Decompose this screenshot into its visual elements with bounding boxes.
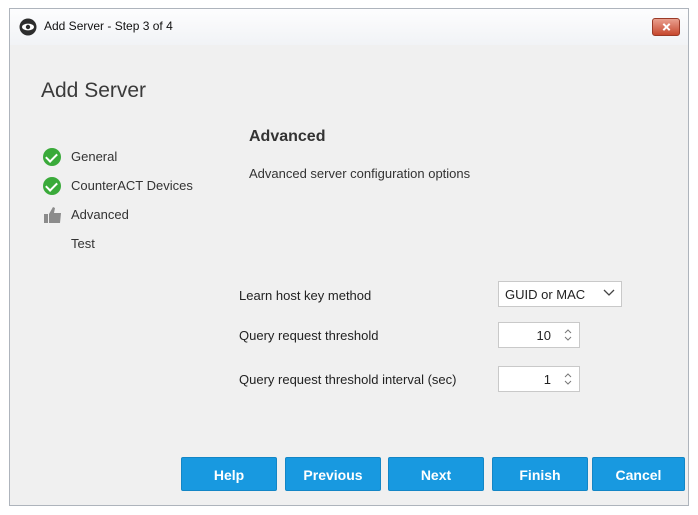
help-button[interactable]: Help [181, 457, 277, 491]
chevron-down-icon [603, 289, 615, 296]
next-button[interactable]: Next [388, 457, 484, 491]
query-request-threshold-label: Query request threshold [239, 328, 379, 343]
step-label: CounterACT Devices [71, 178, 193, 193]
learn-host-key-method-select[interactable]: GUID or MAC [498, 281, 622, 307]
spinner-value: 10 [536, 328, 551, 343]
query-request-threshold-interval-spinner[interactable]: 1 [498, 366, 580, 392]
query-request-threshold-spinner[interactable]: 10 [498, 322, 580, 348]
thumbs-up-icon [44, 207, 61, 223]
previous-button[interactable]: Previous [285, 457, 381, 491]
spinner-arrows-icon[interactable] [563, 326, 573, 344]
title-bar[interactable]: Add Server - Step 3 of 4 [10, 9, 688, 45]
eye-logo-icon [19, 18, 37, 36]
spinner-value: 1 [543, 372, 551, 387]
add-server-dialog: Add Server - Step 3 of 4 Add Server Gene… [9, 8, 689, 506]
close-button[interactable] [652, 18, 680, 36]
section-description: Advanced server configuration options [249, 166, 471, 181]
query-request-threshold-interval-label: Query request threshold interval (sec) [239, 372, 457, 387]
section-title: Advanced [249, 128, 326, 145]
spinner-arrows-icon[interactable] [563, 370, 573, 388]
window-title: Add Server - Step 3 of 4 [44, 19, 173, 33]
page-title: Add Server [41, 79, 147, 102]
cancel-button[interactable]: Cancel [592, 457, 685, 491]
step-label: Advanced [71, 207, 129, 222]
learn-host-key-method-label: Learn host key method [239, 288, 372, 303]
check-circle-icon [43, 147, 63, 167]
finish-button[interactable]: Finish [492, 457, 588, 491]
step-label: Test [71, 236, 95, 251]
check-circle-icon [43, 176, 63, 196]
select-value: GUID or MAC [505, 287, 586, 302]
step-label: General [71, 149, 118, 164]
